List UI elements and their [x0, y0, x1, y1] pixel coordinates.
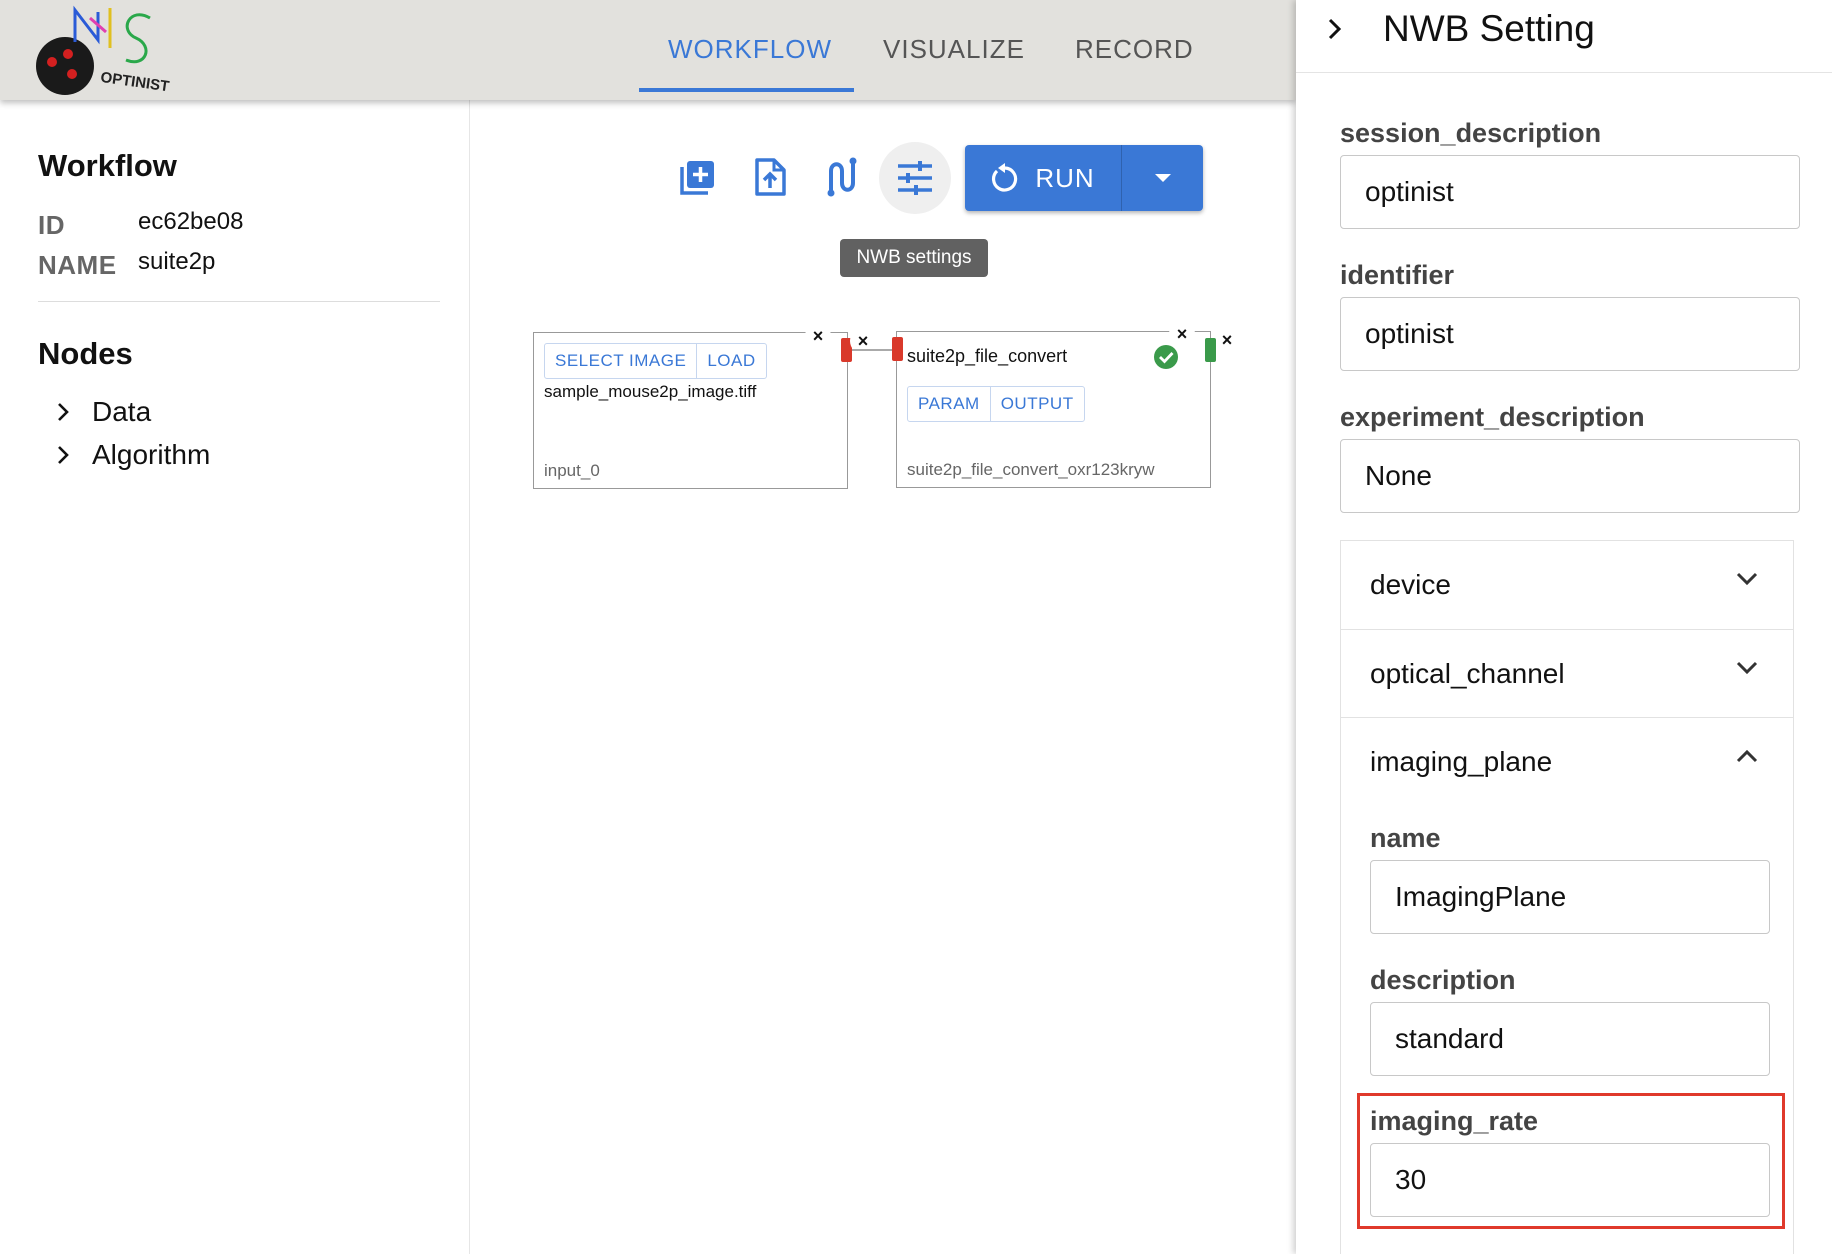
input-node-id: input_0	[544, 461, 600, 480]
section-device[interactable]: device	[1341, 541, 1793, 629]
imaging-plane-description-input[interactable]: standard	[1370, 1002, 1770, 1076]
algorithm-node-title: suite2p_file_convert	[907, 346, 1068, 366]
algorithm-node-buttons: PARAM OUTPUT	[907, 386, 1085, 422]
experiment-description-input[interactable]: None	[1340, 439, 1800, 513]
check-circle-icon	[1154, 345, 1178, 369]
param-button[interactable]: PARAM	[908, 387, 990, 421]
algorithm-node[interactable]: suite2p_file_convert PARAM OUTPUT suite2…	[896, 331, 1211, 488]
route-icon	[827, 157, 857, 197]
imaging-plane-description-label: description	[1370, 965, 1516, 995]
active-tab-indicator	[639, 88, 854, 92]
experiment-description-label: experiment_description	[1340, 402, 1645, 432]
delete-node-icon[interactable]: ×	[805, 323, 831, 349]
run-label: RUN	[1035, 162, 1095, 193]
identifier-label: identifier	[1340, 260, 1455, 290]
add-box-icon	[680, 161, 714, 195]
replay-icon	[992, 163, 1018, 192]
nwb-settings-tooltip: NWB settings	[840, 239, 988, 277]
nodes-title: Nodes	[38, 336, 133, 371]
output-handle[interactable]	[1205, 338, 1216, 362]
name-label: NAME	[38, 250, 117, 280]
tune-icon	[898, 161, 932, 195]
imaging-plane-name-input[interactable]: ImagingPlane	[1370, 860, 1770, 934]
arrow-drop-down-icon	[1154, 174, 1171, 182]
section-imaging-plane[interactable]: imaging_plane	[1341, 718, 1793, 806]
imaging-rate-label: imaging_rate	[1370, 1106, 1539, 1136]
input-node-buttons: SELECT IMAGE LOAD	[544, 343, 767, 379]
input-handle[interactable]	[892, 337, 903, 361]
tab-visualize[interactable]: VISUALIZE	[883, 34, 1025, 65]
select-image-button[interactable]: SELECT IMAGE	[545, 344, 696, 378]
chevron-right-icon[interactable]	[1326, 16, 1344, 42]
id-label: ID	[38, 210, 65, 240]
tree-item-algorithm[interactable]: Algorithm	[56, 439, 210, 471]
section-label: device	[1370, 569, 1451, 600]
imaging-rate-input[interactable]: 30	[1370, 1143, 1770, 1217]
import-workflow-button[interactable]	[738, 145, 802, 209]
section-label: optical_channel	[1370, 658, 1565, 689]
section-label: imaging_plane	[1370, 746, 1553, 777]
output-button[interactable]: OUTPUT	[989, 387, 1084, 421]
load-button[interactable]: LOAD	[696, 344, 765, 378]
session-description-input[interactable]: optinist	[1340, 155, 1800, 229]
upload-file-icon	[755, 158, 786, 196]
workflow-sidebar: Workflow ID ec62be08 NAME suite2p Nodes …	[0, 100, 470, 1254]
chevron-down-icon	[1736, 661, 1758, 675]
tab-workflow[interactable]: WORKFLOW	[668, 34, 832, 65]
workflow-title: Workflow	[38, 148, 177, 183]
tab-record[interactable]: RECORD	[1075, 34, 1194, 65]
delete-node-icon[interactable]: ×	[1169, 321, 1195, 347]
app-header: OPTINIST WORKFLOW VISUALIZE RECORD	[0, 0, 1296, 100]
algorithm-node-id: suite2p_file_convert_oxr123kryw	[907, 460, 1155, 479]
tree-item-label: Algorithm	[92, 439, 211, 470]
align-nodes-button[interactable]	[810, 145, 874, 209]
nwb-sections-accordion: device optical_channel imaging_plane nam…	[1340, 540, 1794, 1254]
optinist-logo[interactable]: OPTINIST	[30, 4, 180, 96]
id-value: ec62be08	[138, 208, 244, 235]
chevron-down-icon	[1736, 572, 1758, 586]
logo-text: OPTINIST	[99, 69, 170, 95]
sidebar-divider	[38, 301, 440, 302]
run-button[interactable]: RUN	[965, 145, 1122, 211]
delete-edge-icon[interactable]: ×	[1218, 327, 1236, 353]
input-filename: sample_mouse2p_image.tiff	[544, 382, 757, 401]
imaging-plane-name-label: name	[1370, 823, 1441, 853]
session-description-label: session_description	[1340, 118, 1602, 148]
section-optical-channel[interactable]: optical_channel	[1341, 630, 1793, 718]
nwb-panel-header: NWB Setting	[1296, 0, 1832, 73]
input-node[interactable]: SELECT IMAGE LOAD sample_mouse2p_image.t…	[533, 332, 848, 489]
run-split-button: RUN	[965, 145, 1203, 211]
run-options-dropdown[interactable]	[1122, 145, 1203, 211]
nwb-settings-panel: NWB Setting session_description optinist…	[1296, 0, 1832, 1254]
chevron-right-icon	[58, 403, 69, 421]
nwb-panel-title: NWB Setting	[1383, 8, 1595, 49]
tree-item-data[interactable]: Data	[56, 396, 151, 428]
chevron-up-icon	[1736, 749, 1758, 763]
edge-connector	[852, 349, 895, 351]
identifier-input[interactable]: optinist	[1340, 297, 1800, 371]
add-node-button[interactable]	[666, 145, 730, 209]
tree-item-label: Data	[92, 396, 152, 427]
chevron-right-icon	[58, 446, 69, 464]
nwb-settings-button[interactable]	[879, 142, 951, 214]
name-value: suite2p	[138, 248, 216, 275]
